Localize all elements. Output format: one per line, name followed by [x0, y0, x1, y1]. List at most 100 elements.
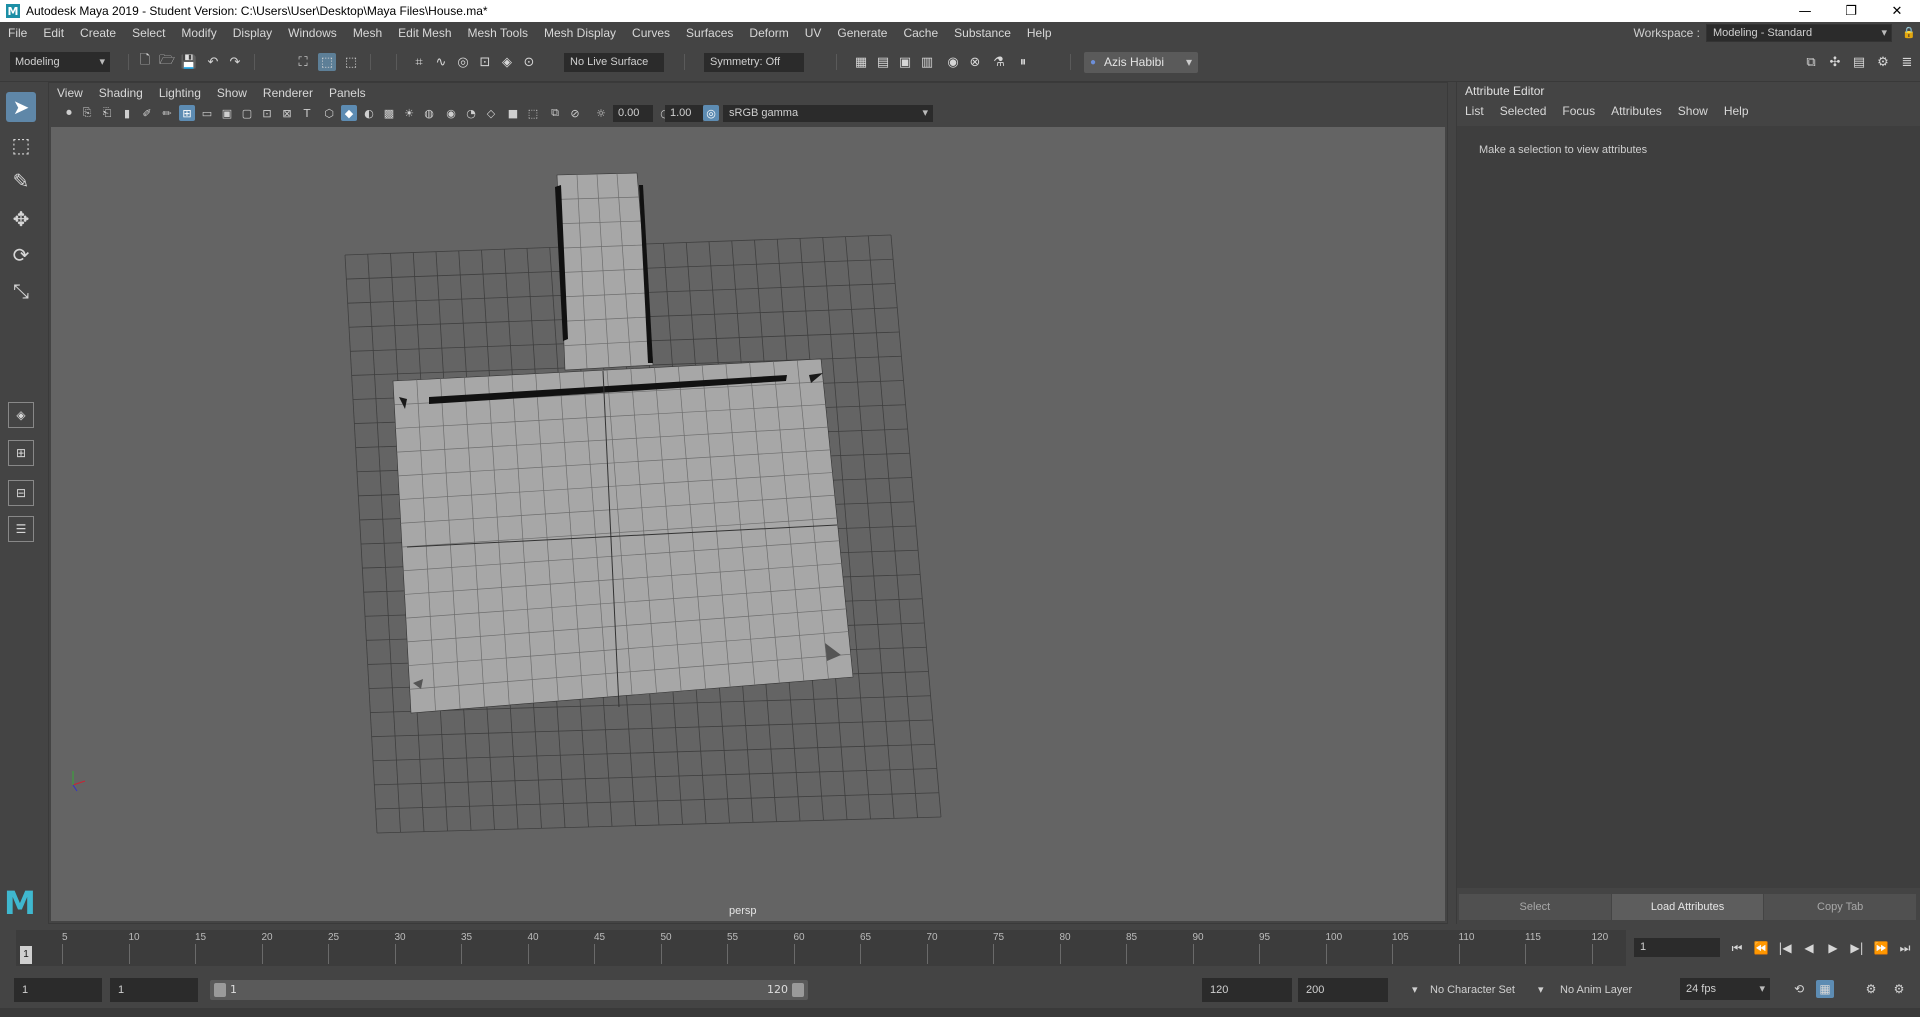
rotate-tool-icon[interactable]: ⟳: [6, 240, 36, 270]
snap-point-icon[interactable]: ◎: [454, 53, 472, 71]
isolate-select-icon[interactable]: ◇: [483, 105, 499, 121]
image-plane-icon[interactable]: ▮: [119, 105, 135, 121]
anim-layer-dropdown-icon[interactable]: ▾: [1538, 978, 1544, 1002]
step-forward-frame-icon[interactable]: ▶|: [1848, 939, 1866, 957]
lock-icon[interactable]: 🔒: [1902, 26, 1916, 40]
loop-icon[interactable]: ⟲: [1790, 980, 1808, 998]
menu-curves[interactable]: Curves: [624, 26, 678, 40]
bookmarks-icon[interactable]: ⎗: [99, 105, 115, 121]
channel-box-icon[interactable]: ≣: [1898, 53, 1916, 71]
command-line[interactable]: [0, 1008, 1920, 1017]
ae-menu-show[interactable]: Show: [1678, 104, 1708, 122]
paint-select-tool-icon[interactable]: ✎: [6, 166, 36, 196]
live-surface-field[interactable]: No Live Surface: [564, 53, 664, 72]
outliner-list-icon[interactable]: ☰: [8, 516, 34, 542]
animation-start-field[interactable]: 1: [14, 978, 102, 1002]
motion-blur-icon[interactable]: ⬚: [525, 105, 541, 121]
load-attributes-button[interactable]: Load Attributes: [1611, 894, 1765, 920]
ae-menu-help[interactable]: Help: [1724, 104, 1749, 122]
select-tool-icon[interactable]: ➤: [6, 92, 36, 122]
character-set-dropdown[interactable]: No Character Set: [1430, 978, 1515, 1002]
wireframe-icon[interactable]: ⬡: [321, 105, 337, 121]
snap-view-plane-icon[interactable]: ⊡: [476, 53, 494, 71]
resolution-gate-icon[interactable]: ▣: [219, 105, 235, 121]
step-back-key-icon[interactable]: ⏪: [1752, 939, 1770, 957]
menu-deform[interactable]: Deform: [741, 26, 796, 40]
playback-options-icon[interactable]: ⚙: [1862, 980, 1880, 998]
ae-select-button[interactable]: Select: [1459, 894, 1612, 920]
pause-viewport-icon[interactable]: ⏸: [1014, 53, 1032, 71]
panel-menu-show[interactable]: Show: [217, 86, 247, 100]
symmetry-dropdown[interactable]: Symmetry: Off: [704, 53, 804, 72]
panel-menu-lighting[interactable]: Lighting: [159, 86, 201, 100]
close-button[interactable]: ✕: [1874, 0, 1920, 22]
menu-select[interactable]: Select: [124, 26, 173, 40]
menu-substance[interactable]: Substance: [946, 26, 1019, 40]
textured-icon[interactable]: ▩: [381, 105, 397, 121]
modeling-toolkit-icon[interactable]: ⧉: [1802, 53, 1820, 71]
auto-key-icon[interactable]: ▦: [1816, 980, 1834, 998]
lights-icon[interactable]: ☀: [401, 105, 417, 121]
hypershade-icon[interactable]: ◉: [944, 53, 962, 71]
animation-end-field[interactable]: 200: [1298, 978, 1388, 1002]
save-scene-icon[interactable]: 💾: [180, 53, 198, 71]
select-object-icon[interactable]: ⬚: [318, 53, 336, 71]
go-to-end-icon[interactable]: ⏭: [1896, 939, 1914, 957]
minimize-button[interactable]: —: [1782, 0, 1828, 22]
grid-toggle-icon[interactable]: ⊞: [179, 105, 195, 121]
multisample-aa-icon[interactable]: ⧉: [547, 105, 563, 121]
anim-prefs-icon[interactable]: ⚙: [1890, 980, 1908, 998]
range-start-handle[interactable]: [214, 983, 226, 997]
menu-windows[interactable]: Windows: [280, 26, 345, 40]
play-backwards-icon[interactable]: ◀: [1800, 939, 1818, 957]
render-settings-icon[interactable]: ▦: [852, 53, 870, 71]
step-forward-key-icon[interactable]: ⏩: [1872, 939, 1890, 957]
redo-icon[interactable]: ↷: [226, 53, 244, 71]
ambient-occlusion-icon[interactable]: ■: [505, 105, 521, 121]
menu-modify[interactable]: Modify: [173, 26, 224, 40]
menu-mesh-tools[interactable]: Mesh Tools: [460, 26, 536, 40]
ae-menu-selected[interactable]: Selected: [1500, 104, 1547, 122]
menu-file[interactable]: File: [0, 26, 35, 40]
fps-dropdown[interactable]: 24 fps: [1680, 978, 1770, 1000]
smooth-shade-icon[interactable]: ◆: [341, 105, 357, 121]
playback-end-field[interactable]: 120: [1202, 978, 1292, 1002]
copy-tab-button[interactable]: Copy Tab: [1764, 894, 1918, 920]
wireframe-on-shaded-icon[interactable]: ◐: [361, 105, 377, 121]
select-component-icon[interactable]: ⬚: [342, 53, 360, 71]
menu-uv[interactable]: UV: [797, 26, 830, 40]
menu-create[interactable]: Create: [72, 26, 124, 40]
undo-icon[interactable]: ↶: [204, 53, 222, 71]
attribute-editor-toggle-icon[interactable]: ▤: [1850, 53, 1868, 71]
snap-curve-icon[interactable]: ∿: [432, 53, 450, 71]
menu-generate[interactable]: Generate: [829, 26, 895, 40]
select-hierarchy-icon[interactable]: ⛶: [294, 53, 312, 71]
render-setup-icon[interactable]: ⊗: [966, 53, 984, 71]
ae-menu-list[interactable]: List: [1465, 104, 1484, 122]
four-view-layout-icon[interactable]: ⊞: [8, 440, 34, 466]
snap-surface-icon[interactable]: ◈: [498, 53, 516, 71]
move-tool-icon[interactable]: ✥: [6, 204, 36, 234]
tool-settings-icon[interactable]: ⚙: [1874, 53, 1892, 71]
user-account-button[interactable]: Azis Habibi: [1084, 52, 1198, 73]
snap-vertex-icon[interactable]: ⊙: [520, 53, 538, 71]
menu-set-dropdown[interactable]: Modeling: [10, 52, 110, 72]
menu-surfaces[interactable]: Surfaces: [678, 26, 741, 40]
restore-button[interactable]: ❐: [1828, 0, 1874, 22]
lasso-tool-icon[interactable]: ⬚: [6, 130, 36, 160]
menu-edit-mesh[interactable]: Edit Mesh: [390, 26, 459, 40]
render-frame-icon[interactable]: ▣: [896, 53, 914, 71]
camera-attributes-icon[interactable]: ⎘: [79, 105, 95, 121]
render-view-icon[interactable]: ▤: [874, 53, 892, 71]
open-scene-icon[interactable]: 🗁: [158, 53, 176, 71]
ae-menu-attributes[interactable]: Attributes: [1611, 104, 1662, 122]
menu-help[interactable]: Help: [1019, 26, 1060, 40]
gamma-field[interactable]: 1.00: [665, 105, 703, 122]
scale-tool-icon[interactable]: ⤡: [6, 276, 36, 306]
film-gate-icon[interactable]: ▭: [199, 105, 215, 121]
view-transform-dropdown[interactable]: sRGB gamma: [723, 105, 933, 122]
panel-menu-panels[interactable]: Panels: [329, 86, 366, 100]
gate-mask-icon[interactable]: ▢: [239, 105, 255, 121]
light-editor-icon[interactable]: ⚗: [990, 53, 1008, 71]
menu-edit[interactable]: Edit: [35, 26, 72, 40]
